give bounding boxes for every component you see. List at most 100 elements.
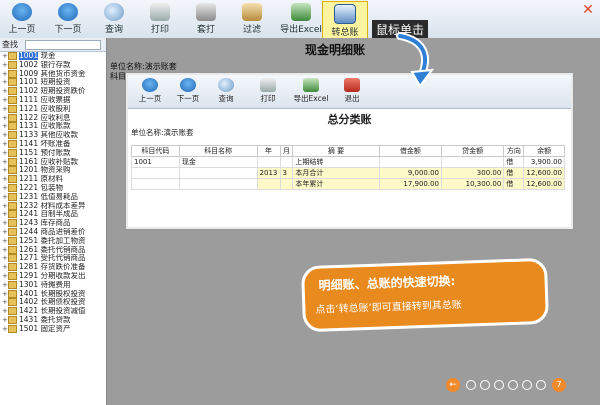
next-page-label: 下一页 bbox=[54, 25, 82, 35]
ledger-prev-button[interactable]: 上一页 bbox=[130, 77, 170, 104]
pager-dot[interactable] bbox=[522, 380, 532, 390]
sidebar-item-name: 原材料 bbox=[40, 175, 63, 184]
sidebar-item[interactable]: +1221 包装物 bbox=[0, 183, 106, 193]
column-hint: 科目 bbox=[110, 72, 126, 81]
table-row[interactable]: 1001 现金 上期结转 借 3,900.00 bbox=[131, 156, 565, 168]
ledger-export-button[interactable]: 导出Excel bbox=[288, 77, 334, 104]
sidebar-item[interactable]: +1301 待摊费用 bbox=[0, 280, 106, 290]
sidebar-item[interactable]: +1151 预付账款 bbox=[0, 148, 106, 158]
sidebar-item[interactable]: +1232 材料成本差异 bbox=[0, 201, 106, 211]
sidebar-item[interactable]: +1402 长期债权投资 bbox=[0, 298, 106, 307]
sidebar-item[interactable]: +1001 现金 bbox=[0, 52, 106, 61]
query-button[interactable]: 查询 bbox=[92, 1, 136, 37]
cell-name bbox=[178, 167, 258, 179]
pager-current[interactable]: 7 bbox=[552, 378, 566, 392]
filter-button[interactable]: 过滤 bbox=[230, 1, 274, 37]
cell-summary: 上期结转 bbox=[292, 156, 380, 168]
cell-debit: 9,000.00 bbox=[378, 167, 443, 179]
sidebar-item[interactable]: +1131 应收账款 bbox=[0, 122, 106, 131]
sidebar-item[interactable]: +1201 物资采购 bbox=[0, 166, 106, 175]
sidebar-item-name: 分期收款发出 bbox=[40, 271, 86, 280]
sidebar-item[interactable]: +1009 其他货币资金 bbox=[0, 69, 106, 79]
sidebar-item[interactable]: +1161 应收补贴款 bbox=[0, 157, 106, 167]
ledger-next-label: 下一页 bbox=[176, 94, 200, 103]
sidebar-item[interactable]: +1401 长期股权投资 bbox=[0, 289, 106, 299]
sidebar-item-name: 物资采购 bbox=[40, 166, 71, 175]
printer-template-icon bbox=[196, 3, 216, 21]
folder-icon bbox=[8, 271, 17, 280]
folder-icon bbox=[8, 236, 17, 245]
tree-search-input[interactable] bbox=[24, 39, 101, 50]
sidebar-item-label: 1243 bbox=[19, 219, 39, 228]
col-month: 月 bbox=[279, 145, 294, 157]
print-button[interactable]: 打印 bbox=[138, 1, 182, 37]
ledger-exit-label: 退出 bbox=[344, 94, 360, 103]
sidebar-item-name: 其他货币资金 bbox=[40, 69, 86, 78]
col-direction: 方向 bbox=[503, 145, 525, 157]
sidebar-item-label: 1161 bbox=[19, 157, 39, 166]
ledger-query-button[interactable]: 查询 bbox=[206, 77, 246, 104]
hourglass-icon bbox=[242, 3, 262, 21]
sidebar-item-label: 1231 bbox=[19, 192, 39, 201]
pager-dot[interactable] bbox=[466, 380, 476, 390]
account-list: +1001 现金 +1002 银行存款 +1009 其他货币资金 +1101 短期投资… bbox=[0, 52, 106, 334]
col-balance: 余额 bbox=[523, 145, 565, 157]
cell-balance: 12,600.00 bbox=[523, 178, 565, 190]
sidebar-item[interactable]: +1421 长期投资减值 bbox=[0, 307, 106, 316]
sidebar-item[interactable]: +1141 坏账准备 bbox=[0, 139, 106, 149]
pager-dot[interactable] bbox=[480, 380, 490, 390]
sidebar-item-name: 固定资产 bbox=[40, 324, 71, 333]
pager-dot[interactable] bbox=[536, 380, 546, 390]
right-arrow-icon bbox=[180, 78, 196, 92]
prev-page-button[interactable]: 上一页 bbox=[0, 1, 44, 37]
sidebar-item-name: 坏账准备 bbox=[40, 139, 71, 148]
folder-icon bbox=[8, 69, 17, 78]
sidebar-item[interactable]: +1281 存货跌价准备 bbox=[0, 263, 106, 272]
printer-icon bbox=[260, 78, 276, 92]
close-icon[interactable]: ✕ bbox=[578, 2, 598, 20]
sidebar-item-label: 1151 bbox=[19, 148, 39, 157]
folder-icon bbox=[8, 95, 17, 104]
sidebar-item[interactable]: +1244 商品进销差价 bbox=[0, 227, 106, 237]
sidebar-item[interactable]: +1231 低值易耗品 bbox=[0, 192, 106, 202]
sidebar-item[interactable]: +1101 短期投资 bbox=[0, 78, 106, 87]
sidebar-item-name: 预付账款 bbox=[40, 148, 71, 157]
sidebar-item[interactable]: +1241 自制半成品 bbox=[0, 210, 106, 219]
cell-year: 2013 bbox=[256, 167, 281, 179]
cell-direction: 借 bbox=[503, 167, 525, 179]
sidebar-item[interactable]: +1261 委托代销商品 bbox=[0, 245, 106, 255]
next-page-button[interactable]: 下一页 bbox=[46, 1, 90, 37]
sidebar-item[interactable]: +1431 委托贷款 bbox=[0, 315, 106, 325]
folder-icon bbox=[8, 148, 17, 157]
template-print-button[interactable]: 套打 bbox=[184, 1, 228, 37]
sidebar-item[interactable]: +1243 库存商品 bbox=[0, 219, 106, 228]
ledger-exit-button[interactable]: 退出 bbox=[332, 77, 372, 104]
col-code: 科目代码 bbox=[131, 145, 180, 157]
sidebar-item[interactable]: +1102 短期投资跌价 bbox=[0, 87, 106, 96]
sidebar-item[interactable]: +1122 应收利息 bbox=[0, 113, 106, 123]
folder-icon bbox=[8, 298, 17, 307]
sidebar-item-name: 短期投资跌价 bbox=[40, 87, 86, 96]
sidebar-item[interactable]: +1121 应收股利 bbox=[0, 104, 106, 114]
pager-dot[interactable] bbox=[508, 380, 518, 390]
cell-code bbox=[131, 178, 180, 190]
ledger-print-button[interactable]: 打印 bbox=[248, 77, 288, 104]
export-excel-button[interactable]: 导出Excel bbox=[276, 1, 326, 37]
back-arrow-icon[interactable]: ← bbox=[446, 378, 460, 392]
folder-icon bbox=[8, 192, 17, 201]
table-row[interactable]: 本年累计 17,900.00 10,300.00 借 12,600.00 bbox=[131, 178, 565, 190]
sidebar-item[interactable]: +1211 原材料 bbox=[0, 175, 106, 184]
sidebar-item[interactable]: +1501 固定资产 bbox=[0, 324, 106, 334]
table-row[interactable]: 2013 3 本月合计 9,000.00 300.00 借 12,600.00 bbox=[131, 167, 565, 179]
folder-icon bbox=[8, 139, 17, 148]
ledger-next-button[interactable]: 下一页 bbox=[168, 77, 208, 104]
pager-dot[interactable] bbox=[494, 380, 504, 390]
sidebar-item[interactable]: +1251 委托加工物资 bbox=[0, 236, 106, 246]
sidebar-item[interactable]: +1291 分期收款发出 bbox=[0, 271, 106, 281]
sidebar-item-name: 库存商品 bbox=[40, 219, 71, 228]
switch-ledger-button[interactable]: 转总账 bbox=[322, 1, 368, 39]
sidebar-item[interactable]: +1271 受托代销商品 bbox=[0, 254, 106, 263]
sidebar-item[interactable]: +1002 银行存款 bbox=[0, 60, 106, 70]
sidebar-item[interactable]: +1133 其他应收款 bbox=[0, 131, 106, 140]
sidebar-item[interactable]: +1111 应收票据 bbox=[0, 95, 106, 105]
